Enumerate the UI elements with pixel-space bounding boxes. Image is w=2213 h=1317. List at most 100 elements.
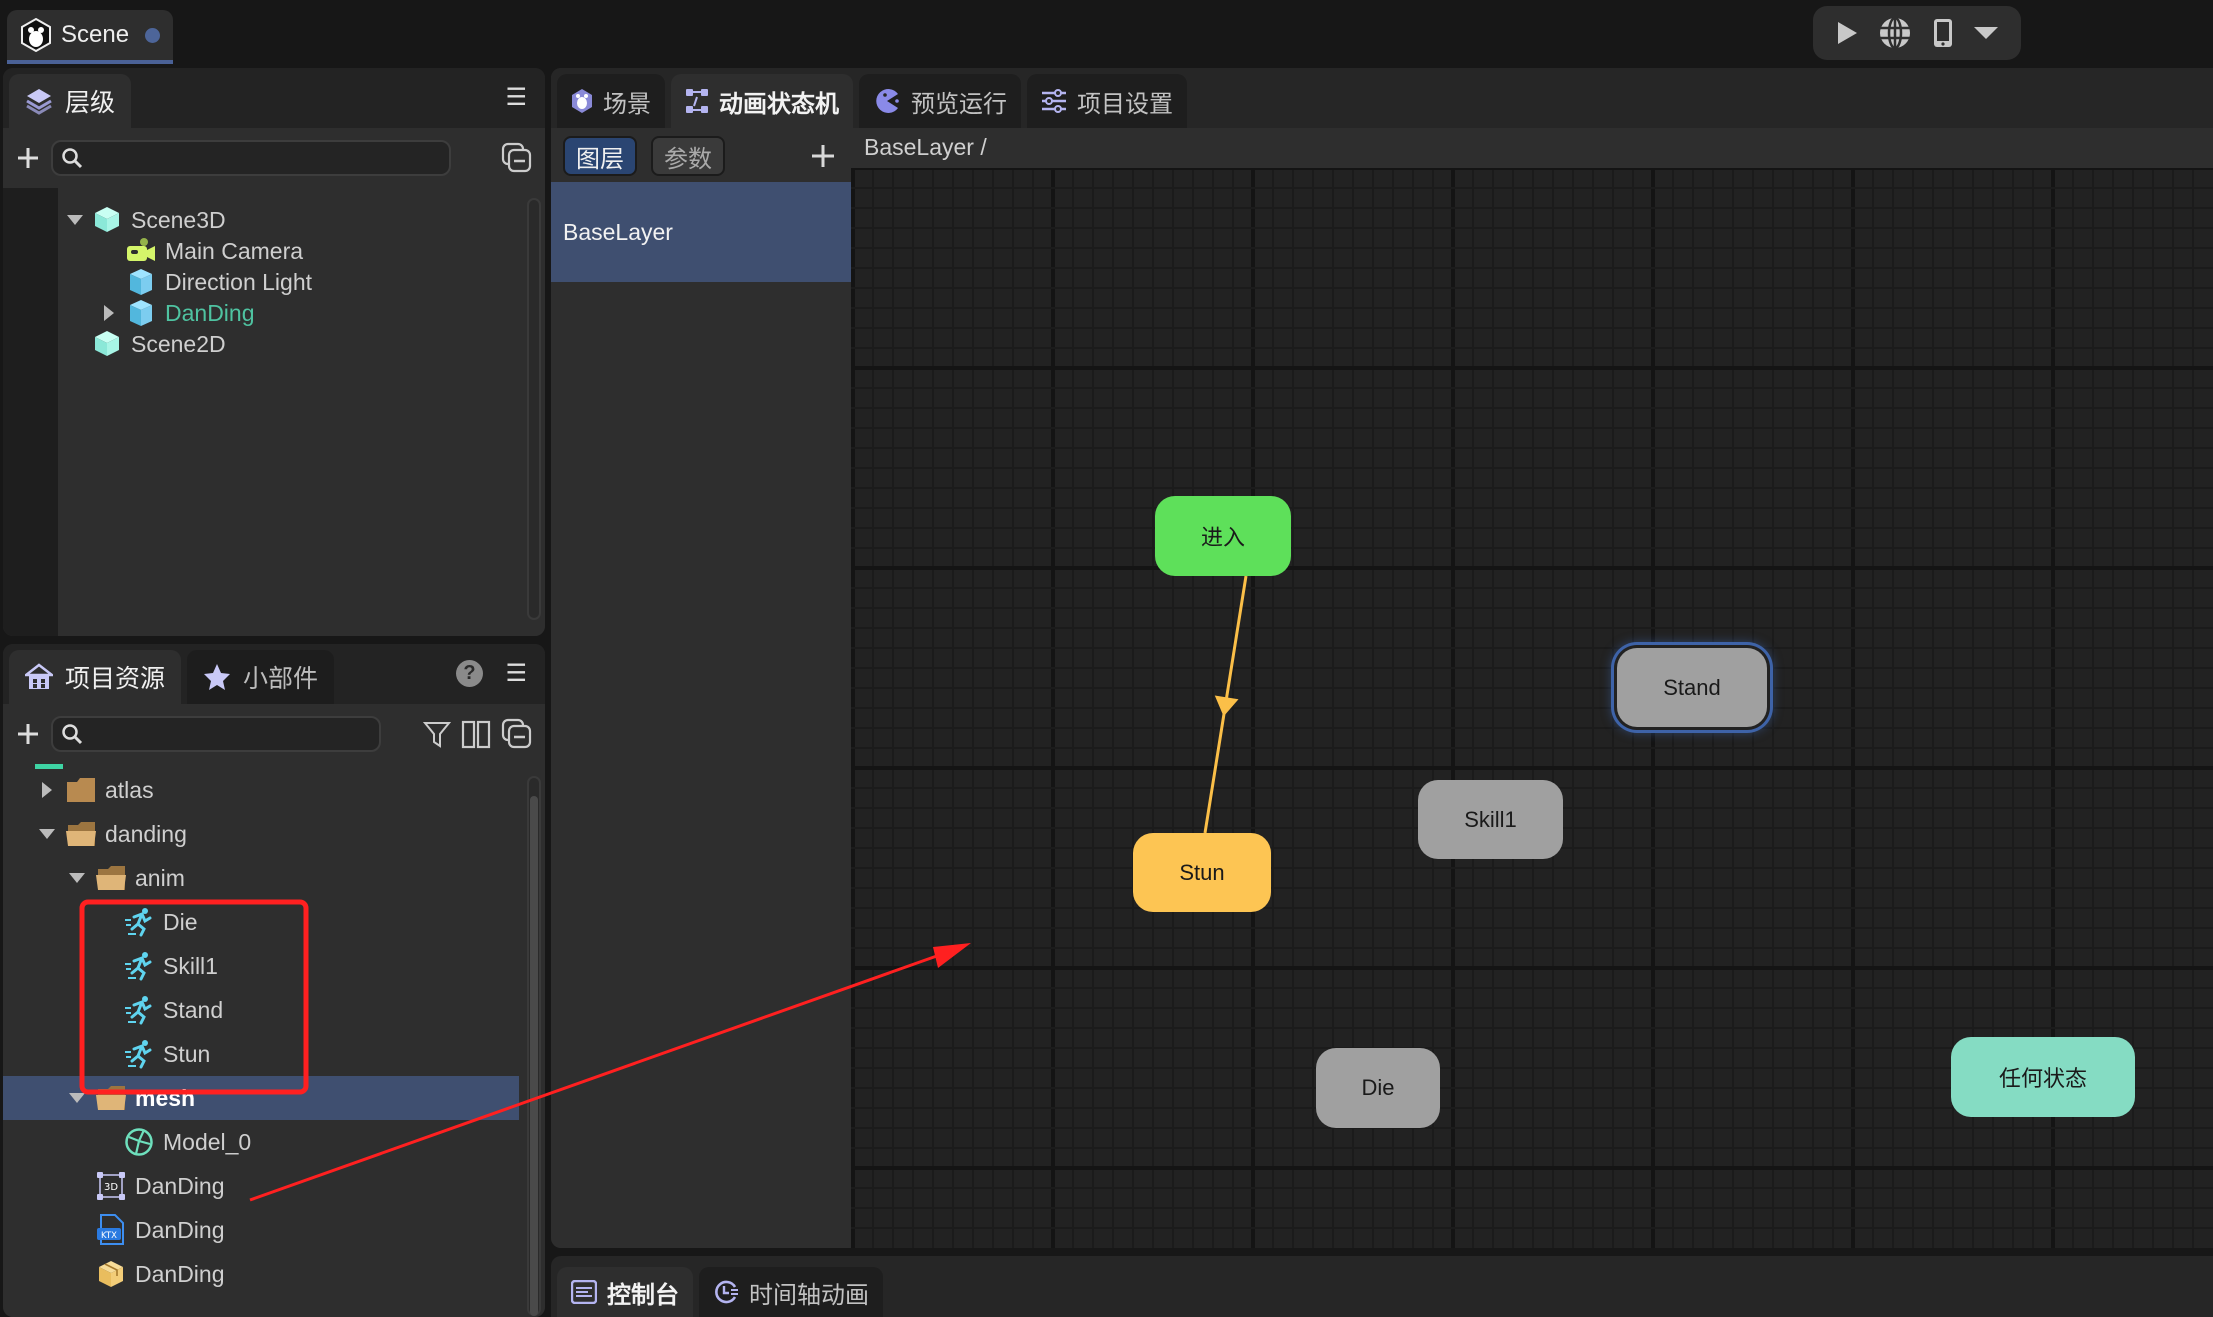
expand-arrow-icon[interactable] (67, 1092, 87, 1104)
state-node-die[interactable]: Die (1316, 1048, 1440, 1128)
asset-label: DanDing (135, 1260, 225, 1287)
tab-hierarchy[interactable]: 层级 (9, 74, 132, 128)
folder-open-icon (95, 862, 127, 894)
tab-project-settings[interactable]: 项目设置 (1027, 74, 1187, 128)
mesh-icon (123, 1126, 155, 1158)
state-machine-canvas[interactable]: 进入 Stun Skill1 Stand Die 任何状态 (851, 168, 2213, 1248)
assets-scrollbar[interactable] (527, 776, 541, 1316)
console-icon (571, 1280, 597, 1304)
filter-icon[interactable] (423, 720, 451, 748)
asset-item-stand[interactable]: Stand (3, 988, 519, 1032)
tab-preview-run[interactable]: 预览运行 (859, 74, 1021, 128)
play-icon[interactable] (1835, 20, 1859, 46)
search-icon (61, 723, 83, 745)
collapse-all-button[interactable] (501, 718, 533, 750)
layers-icon (25, 87, 53, 115)
state-node-label: 进入 (1200, 525, 1245, 550)
tab-label: 动画状态机 (719, 90, 839, 118)
assets-scrollbar-thumb[interactable] (530, 796, 538, 1316)
search-icon (61, 147, 83, 169)
document-tab-scene[interactable]: Scene (7, 10, 173, 64)
run-toolbar (1813, 6, 2021, 60)
tab-console[interactable]: 控制台 (557, 1267, 693, 1317)
collapsed-arrow-icon[interactable] (37, 782, 57, 798)
state-node-skill1[interactable]: Skill1 (1418, 780, 1563, 859)
state-node-entry[interactable]: 进入 (1155, 496, 1291, 576)
assets-search-input[interactable] (51, 716, 381, 752)
asset-item-danding-package[interactable]: DanDing (3, 1252, 519, 1296)
dropdown-icon[interactable] (1973, 25, 1999, 41)
timeline-icon (713, 1279, 739, 1305)
scene-icon (571, 88, 593, 114)
segment-label: 参数 (664, 145, 712, 173)
asset-label: Stand (163, 996, 224, 1023)
asset-label: DanDing (135, 1216, 225, 1243)
asset-item-mesh[interactable]: mesh (3, 1076, 519, 1120)
animation-clip-icon (123, 1038, 155, 1070)
tab-label: 预览运行 (911, 90, 1007, 118)
breadcrumb[interactable]: BaseLayer / (864, 134, 987, 161)
hierarchy-search-input[interactable] (51, 140, 451, 176)
svg-text:KTX: KTX (101, 1231, 117, 1241)
preview-icon (873, 87, 901, 115)
split-view-icon[interactable] (461, 719, 491, 749)
segment-layers[interactable]: 图层 (563, 136, 637, 176)
package-icon (95, 1258, 127, 1290)
tab-hierarchy-label: 层级 (65, 89, 116, 117)
state-node-label: 任何状态 (1998, 1066, 2087, 1091)
tab-project-assets[interactable]: 项目资源 (9, 650, 182, 704)
state-node-stun[interactable]: Stun (1133, 833, 1271, 912)
asset-item-anim[interactable]: anim (3, 856, 519, 900)
hierarchy-scrollbar[interactable] (527, 198, 541, 620)
tree-item-scene2d[interactable]: Scene2D (3, 322, 519, 366)
layer-name: BaseLayer (563, 218, 673, 245)
panel-menu-icon[interactable]: ☰ (505, 662, 527, 686)
add-layer-button[interactable] (809, 142, 837, 170)
expand-arrow-icon[interactable] (37, 828, 57, 840)
folder-icon (65, 774, 97, 806)
expand-arrow-icon[interactable] (67, 872, 87, 884)
tab-label: 项目设置 (1077, 90, 1173, 118)
tab-widgets[interactable]: 小部件 (187, 650, 335, 704)
create-asset-button[interactable] (15, 721, 41, 747)
mobile-icon[interactable] (1932, 18, 1954, 48)
asset-item-danding-ktx[interactable]: KTX DanDing (3, 1208, 519, 1252)
asset-item-stun[interactable]: Stun (3, 1032, 519, 1076)
tab-animation-state-machine[interactable]: 动画状态机 (671, 74, 853, 128)
animator-editor: 场景 动画状态机 预览运行 项目设置 图层 参数 BaseLayer BaseL… (551, 68, 2213, 1248)
asset-item-atlas[interactable]: atlas (3, 768, 519, 812)
tab-label: 小部件 (243, 665, 319, 693)
asset-item-model-0[interactable]: Model_0 (3, 1120, 519, 1164)
tab-label: 项目资源 (65, 665, 166, 693)
document-tab-title: Scene (61, 21, 130, 48)
bottom-panel: 控制台 时间轴动画 (551, 1256, 2213, 1317)
prefab-3d-icon: 3D (95, 1170, 127, 1202)
asset-label: DanDing (135, 1172, 225, 1199)
asset-label: atlas (105, 776, 154, 803)
asset-item-skill1[interactable]: Skill1 (3, 944, 519, 988)
help-icon[interactable]: ? (456, 660, 483, 687)
tree-item-label: Scene2D (131, 330, 226, 357)
settings-sliders-icon (1041, 88, 1067, 114)
segment-parameters[interactable]: 参数 (651, 136, 725, 176)
panel-menu-icon[interactable]: ☰ (505, 86, 527, 110)
state-node-any[interactable]: 任何状态 (1951, 1037, 2135, 1117)
asset-label: Model_0 (163, 1128, 252, 1155)
add-node-button[interactable] (15, 145, 41, 171)
collapse-all-button[interactable] (501, 142, 533, 174)
collapsed-arrow-icon[interactable] (99, 305, 119, 321)
layer-item-baselayer[interactable]: BaseLayer (551, 182, 851, 282)
asset-item-danding-prefab[interactable]: 3D DanDing (3, 1164, 519, 1208)
asset-item-danding[interactable]: danding (3, 812, 519, 856)
hierarchy-panel: 层级 ☰ Scene3D Main Camera Direction Light… (3, 68, 545, 636)
expand-arrow-icon[interactable] (65, 214, 85, 226)
layaair-logo-icon (21, 18, 51, 52)
layers-sidebar: 图层 参数 BaseLayer (551, 128, 851, 1248)
tab-scene[interactable]: 场景 (557, 74, 665, 128)
state-node-stand[interactable]: Stand (1617, 648, 1767, 727)
asset-item-die[interactable]: Die (3, 900, 519, 944)
star-icon (203, 663, 231, 691)
tab-timeline-animation[interactable]: 时间轴动画 (699, 1267, 883, 1317)
globe-icon[interactable] (1878, 16, 1912, 50)
asset-label: Die (163, 908, 198, 935)
